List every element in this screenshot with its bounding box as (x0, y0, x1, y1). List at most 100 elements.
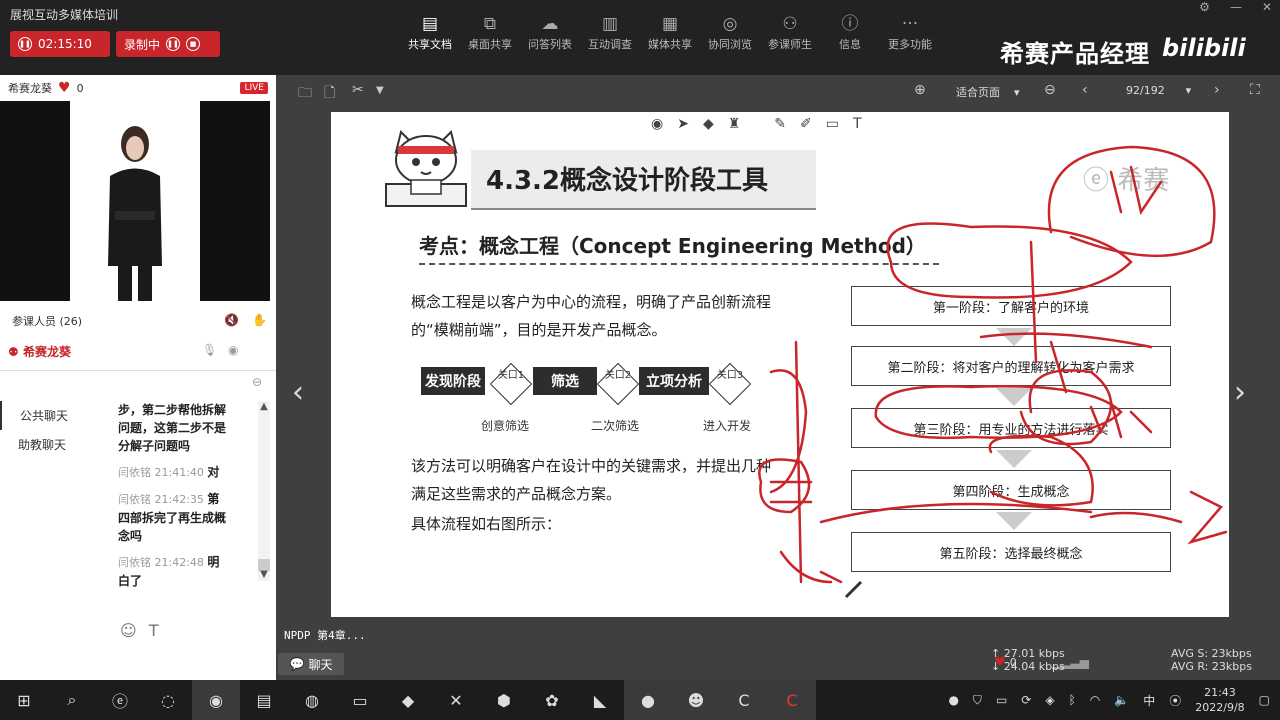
fullscreen-icon[interactable]: ⛶ (1250, 82, 1260, 98)
video-letterbox-left (0, 101, 70, 301)
prev-page-icon[interactable]: ‹ (1082, 82, 1088, 98)
notes-icon[interactable]: ▤ (240, 680, 288, 720)
average-stats: AVG S: 23kbps AVG R: 23kbps (1171, 647, 1252, 673)
pause-record-icon[interactable]: ❚❚ (166, 37, 181, 51)
text-tool-icon[interactable]: T (853, 116, 862, 132)
scroll-up-icon[interactable]: ▲ (258, 401, 270, 412)
heart-icon[interactable]: ♥ (58, 80, 71, 96)
pen-icon[interactable]: ✎ (774, 116, 786, 132)
tool-cobrowse[interactable]: ◎ 协同浏览 (700, 12, 760, 52)
bluetooth-icon[interactable]: ᛒ (1069, 693, 1076, 707)
xisai-logo: ⓔ 希赛 (1083, 166, 1170, 196)
shield-icon[interactable]: ⛉ (973, 693, 982, 708)
next-slide-arrow[interactable]: › (1234, 375, 1246, 410)
arrow-cursor-icon[interactable]: ➤ (677, 116, 689, 132)
prev-slide-arrow[interactable]: ‹ (292, 375, 304, 410)
tab-assistant-chat[interactable]: 助教聊天 (0, 430, 100, 459)
new-doc-icon[interactable]: 🗋 (324, 82, 335, 106)
scissors-icon[interactable]: ✂ (352, 82, 364, 98)
tool-more[interactable]: ··· 更多功能 (880, 12, 940, 52)
sync-icon[interactable]: ⟳ (1021, 693, 1031, 707)
paragraph-method: 该方法可以明确客户在设计中的关键需求，并提出几种满足这些需求的产品概念方案。 (411, 457, 772, 503)
highlighter-icon[interactable]: ✐ (800, 116, 812, 132)
mic-icon[interactable]: 🎙 (202, 343, 217, 357)
emoji-icon[interactable]: ☺ (120, 621, 137, 640)
scroll-down-icon[interactable]: ▼ (258, 569, 270, 580)
stop-record-icon[interactable]: ■ (186, 37, 201, 51)
presenter-name: 希赛龙葵 (8, 82, 52, 95)
windows-start-icon[interactable]: ⊞ (0, 680, 48, 720)
network-app-icon[interactable]: ✿ (528, 680, 576, 720)
hand-icon[interactable]: ✋ (252, 313, 267, 327)
browser-icon[interactable]: ⓔ (96, 680, 144, 720)
volume-icon[interactable]: 🔈 (1114, 693, 1129, 707)
next-page-icon[interactable]: › (1214, 82, 1220, 98)
rectangle-icon[interactable]: ▭ (826, 116, 839, 132)
zoom-select[interactable]: 适合页面 ▾ (956, 84, 1020, 100)
collapse-icon[interactable]: ⊖ (252, 375, 262, 389)
tab-public-chat[interactable]: 公共聊天 (0, 401, 100, 430)
chat-scrollbar[interactable]: ▲ ▼ (258, 401, 270, 581)
slide: ◉ ➤ ◆ ♜ ✎ ✐ ▭ T 4.3.2概念设计阶段工具 ⓔ 希赛 考点：概念… (331, 112, 1229, 617)
chat-bubble-icon: 💬 (289, 657, 305, 671)
tool-qa-list[interactable]: ☁ 问答列表 (520, 12, 580, 52)
record-app-icon[interactable]: ◉ (192, 680, 240, 720)
attendees-count[interactable]: 参课人员 (26) (12, 313, 82, 329)
meeting-app-icon[interactable]: ☻ (672, 680, 720, 720)
c-app-icon[interactable]: C (720, 680, 768, 720)
tool-media-share[interactable]: ▦ 媒体共享 (640, 12, 700, 52)
clear-icon[interactable]: ♜ (728, 116, 741, 132)
ime-indicator[interactable]: 中 (1143, 692, 1155, 709)
tool-participants[interactable]: ⚇ 参课师生 (760, 12, 820, 52)
messenger-icon[interactable]: ◍ (288, 680, 336, 720)
xmind-icon[interactable]: ✕ (432, 680, 480, 720)
obs-icon[interactable]: ● (624, 680, 672, 720)
editor-icon[interactable]: ◆ (384, 680, 432, 720)
search-icon[interactable]: ⌕ (48, 680, 96, 720)
tool-desktop-share[interactable]: ⧉ 桌面共享 (460, 12, 520, 52)
chat-app-icon[interactable]: ◌ (144, 680, 192, 720)
more-icon: ··· (901, 14, 919, 34)
pointer-icon[interactable]: ◉ (651, 116, 663, 132)
stage-4: 第四阶段：生成概念 (851, 470, 1171, 510)
clock[interactable]: 21:43 2022/9/8 (1195, 685, 1244, 715)
minimize-icon[interactable]: — (1230, 0, 1242, 14)
folder-icon[interactable]: ▭ (336, 680, 384, 720)
tray-circle-icon[interactable]: ● (948, 693, 958, 707)
annotation-toolbar: ◉ ➤ ◆ ♜ ✎ ✐ ▭ T (651, 116, 862, 132)
page-number[interactable]: 92/192 ▾ (1126, 84, 1191, 97)
ime-mode-icon[interactable]: ⦿ (1169, 692, 1181, 709)
wifi-icon[interactable]: ◠ (1090, 693, 1100, 707)
tool-info[interactable]: ⓘ 信息 (820, 12, 880, 52)
timer-button[interactable]: ❚❚ 02:15:10 (10, 31, 110, 57)
cube-icon[interactable]: ⬢ (480, 680, 528, 720)
zoom-out-icon[interactable]: ⊖ (1044, 82, 1056, 98)
record-button[interactable]: 录制中 ❚❚ ■ (116, 31, 220, 57)
display-icon[interactable]: ▭ (996, 693, 1007, 707)
gate-2-label: 关口2 (604, 370, 632, 381)
close-icon[interactable]: ✕ (1262, 0, 1272, 14)
mute-all-icon[interactable]: 🔇 (224, 313, 239, 327)
text-format-icon[interactable]: T (149, 621, 159, 640)
security-icon[interactable]: ◈ (1045, 693, 1054, 707)
settings-icon[interactable]: ⚙ (1199, 0, 1210, 14)
phase-project-analysis: 立项分析 (639, 367, 709, 395)
scissors-dropdown-icon[interactable]: ▼ (376, 85, 384, 96)
open-folder-icon[interactable]: 🗀 (298, 82, 312, 106)
chat-button[interactable]: 💬 聊天 (278, 653, 344, 675)
paragraph-intro: 概念工程是以客户为中心的流程，明确了产品创新流程的“模糊前端”，目的是开发产品概… (411, 293, 772, 339)
video-letterbox-right (200, 101, 270, 301)
camera-icon[interactable]: ◉ (228, 343, 238, 357)
eraser-icon[interactable]: ◆ (703, 116, 714, 132)
notification-icon[interactable]: ▢ (1259, 693, 1270, 707)
bilibili-logo: bilibili (1162, 34, 1246, 62)
tool-share-doc[interactable]: ▤ 共享文档 (400, 12, 460, 52)
label-idea-screening: 创意筛选 (481, 419, 530, 433)
app-title: 展视互动多媒体培训 (10, 8, 119, 22)
phase-discover: 发现阶段 (421, 367, 485, 395)
c-app-red-icon[interactable]: C (768, 680, 816, 720)
nvidia-icon[interactable]: ◣ (576, 680, 624, 720)
zoom-in-icon[interactable]: ⊕ (914, 82, 926, 98)
system-tray: ● ⛉ ▭ ⟳ ◈ ᛒ ◠ 🔈 中 ⦿ 21:43 2022/9/8 ▢ (948, 680, 1270, 720)
tool-poll[interactable]: ▥ 互动调查 (580, 12, 640, 52)
